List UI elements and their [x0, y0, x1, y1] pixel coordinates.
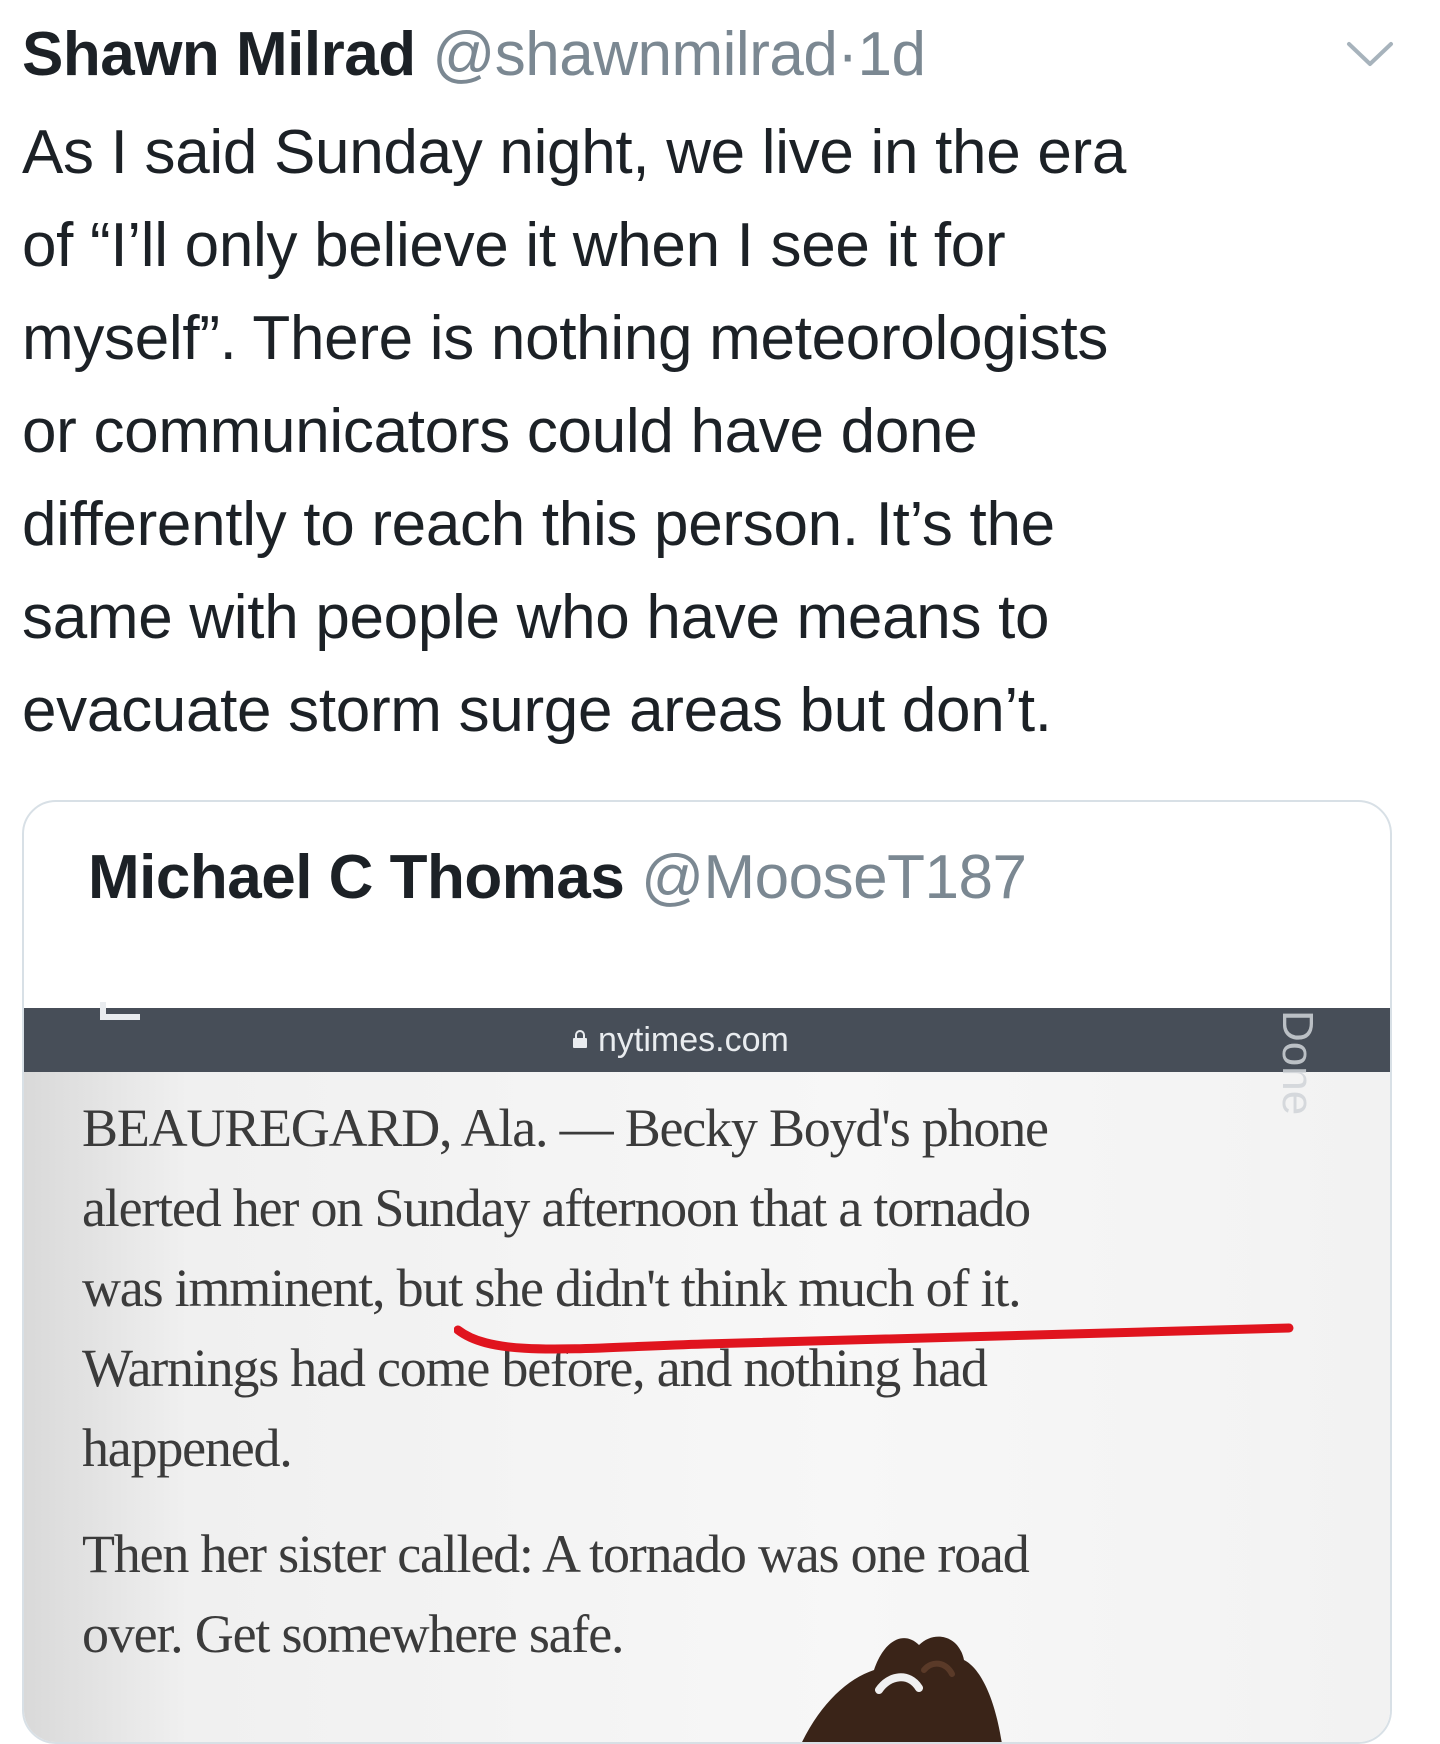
article-line: BEAUREGARD, Ala. — Becky Boyd's phone: [82, 1098, 1049, 1158]
article-line: alerted her on Sunday afternoon that a t…: [82, 1178, 1031, 1238]
tweet-text-line: As I said Sunday night, we live in the e…: [22, 118, 1127, 187]
tweet[interactable]: Shawn Milrad @shawnmilrad·1d As I said S…: [0, 0, 1440, 1744]
tweet-header: Shawn Milrad @shawnmilrad·1d: [22, 14, 926, 96]
tweet-text-line: of “I’ll only believe it when I see it f…: [22, 211, 1006, 280]
chevron-down-icon[interactable]: [1345, 34, 1395, 74]
red-underline-annotation: [454, 1323, 1294, 1354]
quoted-tweet-card[interactable]: Michael C Thomas @MooseT187 nytimes.com …: [22, 800, 1392, 1744]
browser-url: nytimes.com: [598, 1021, 789, 1059]
quoted-author-handle: @MooseT187: [641, 843, 1027, 912]
author-handle[interactable]: @shawnmilrad: [432, 20, 837, 89]
hand-photo: [802, 1636, 1002, 1742]
separator-dot: ·: [837, 20, 858, 89]
article-line: Then her sister called: A tornado was on…: [82, 1524, 1030, 1584]
quoted-tweet-image[interactable]: nytimes.com Done BEAUREGARD, Ala. — Beck…: [24, 1002, 1390, 1742]
article-excerpt: BEAUREGARD, Ala. — Becky Boyd's phone al…: [82, 1088, 1342, 1674]
tweet-text-line: or communicators could have done: [22, 397, 978, 466]
tweet-text-line: same with people who have means to: [22, 583, 1050, 652]
article-line: happened.: [82, 1418, 293, 1478]
done-button: Done: [1273, 1010, 1322, 1116]
quoted-tweet-header: Michael C Thomas @MooseT187: [88, 838, 1027, 918]
tweet-text-line: myself”. There is nothing meteorologists: [22, 304, 1109, 373]
article-line: over. Get somewhere safe.: [82, 1604, 624, 1664]
timestamp[interactable]: 1d: [857, 20, 925, 89]
tweet-text: As I said Sunday night, we live in the e…: [22, 106, 1412, 757]
browser-url-bar: nytimes.com Done: [24, 1002, 1390, 1116]
tweet-text-line: evacuate storm surge areas but don’t.: [22, 676, 1052, 745]
quoted-author-name: Michael C Thomas: [88, 843, 625, 912]
lock-icon: [572, 1030, 588, 1048]
tweet-text-line: differently to reach this person. It’s t…: [22, 490, 1055, 559]
tabs-icon: [100, 1002, 140, 1020]
author-name[interactable]: Shawn Milrad: [22, 20, 416, 89]
